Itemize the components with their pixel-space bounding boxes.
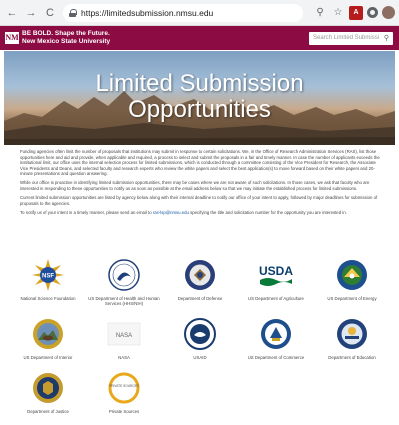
agency-name: Department of Defense: [177, 296, 223, 301]
nasa-logo-text: NASA: [116, 333, 132, 339]
zoom-icon[interactable]: ⚲: [313, 6, 327, 20]
address-bar[interactable]: https://limitedsubmission.nmsu.edu: [63, 3, 303, 22]
notify-text-after: specifying the title and solicitation nu…: [188, 209, 347, 215]
search-placeholder: Search Limited Submissi: [313, 34, 380, 41]
intro-paragraph-4: To notify us of your intent in a timely …: [20, 210, 382, 216]
site-branding[interactable]: BE BOLD. Shape the Future. New Mexico St…: [22, 30, 110, 46]
doj-seal-icon: [33, 373, 63, 403]
agency-doi[interactable]: US Department of Interior: [10, 315, 86, 360]
usaid-seal-icon: [184, 318, 216, 350]
private-sources-logo-text: PRIVATE SOURCES: [109, 384, 139, 388]
forward-arrow-icon[interactable]: →: [24, 6, 38, 20]
agency-name: Private Sources: [108, 409, 140, 414]
agency-name: US Department of Energy: [327, 296, 377, 301]
agency-education[interactable]: Department of Education: [314, 315, 390, 360]
page-title-line-2: Opportunities: [128, 96, 271, 123]
agency-usaid[interactable]: USAID: [162, 315, 238, 360]
agency-name: USAID: [193, 355, 207, 360]
site-university-name: New Mexico State University: [22, 38, 111, 45]
page-title: Limited Submission Opportunities: [4, 71, 395, 123]
agency-name: US Department of Health and Human Servic…: [88, 296, 160, 306]
page-title-line-1: Limited Submission: [95, 70, 304, 97]
profile-avatar[interactable]: [382, 6, 395, 19]
agency-name: US Department of Commerce: [247, 355, 305, 360]
svg-text:NSF: NSF: [42, 274, 54, 280]
agency-nasa[interactable]: NASA NASA: [86, 315, 162, 360]
bookmark-star-icon[interactable]: ☆: [331, 6, 345, 20]
agency-hhs[interactable]: US Department of Health and Human Servic…: [86, 256, 162, 306]
agency-doj[interactable]: Department of Justice: [10, 369, 86, 414]
intro-text: Funding agencies often limit the number …: [20, 149, 382, 219]
agency-name: National Science Foundation: [20, 296, 76, 301]
search-icon[interactable]: ⚲: [384, 32, 389, 45]
site-header: NM BE BOLD. Shape the Future. New Mexico…: [0, 26, 399, 50]
usda-logo-icon: USDA: [259, 264, 293, 286]
email-link[interactable]: ras-lsp@nmsu.edu: [153, 210, 189, 215]
url-text: https://limitedsubmission.nmsu.edu: [81, 7, 214, 18]
intro-paragraph-2: While our office is proactive in identif…: [20, 180, 370, 192]
site-tagline: BE BOLD. Shape the Future.: [22, 30, 110, 37]
pdf-extension-icon[interactable]: A: [349, 5, 363, 20]
notify-text-before: To notify us of your intent in a timely …: [20, 209, 153, 215]
nsf-seal-icon: NSF: [32, 259, 64, 291]
intro-paragraph-1: Funding agencies often limit the number …: [20, 149, 380, 177]
agency-name: US Department of Interior: [23, 355, 73, 360]
hhs-seal-icon: [108, 259, 140, 291]
private-sources-icon: PRIVATE SOURCES: [108, 372, 140, 404]
agency-doe[interactable]: US Department of Energy: [314, 256, 390, 301]
hero-banner: Limited Submission Opportunities: [4, 51, 395, 145]
reload-icon[interactable]: C: [43, 6, 57, 20]
agency-nsf[interactable]: NSF National Science Foundation: [10, 256, 86, 301]
agency-private-sources[interactable]: PRIVATE SOURCES Private Sources: [86, 369, 162, 414]
doi-seal-icon: [33, 319, 63, 349]
search-input[interactable]: Search Limited Submissi ⚲: [309, 31, 393, 45]
agency-name: Department of Justice: [27, 409, 69, 414]
agency-name: Department of Education: [328, 355, 376, 360]
agency-usda[interactable]: USDA US Department of Agriculture: [238, 256, 314, 301]
lock-icon: [69, 8, 77, 17]
intro-paragraph-3: Current limited submission opportunities…: [20, 195, 378, 206]
nasa-logo-icon: NASA: [107, 322, 141, 346]
doc-seal-icon: [261, 319, 291, 349]
agency-doc[interactable]: US Department of Commerce: [238, 315, 314, 360]
browser-toolbar: ← → C https://limitedsubmission.nmsu.edu…: [0, 0, 399, 26]
usda-logo-text: USDA: [259, 264, 293, 278]
nmsu-logo[interactable]: NM: [5, 32, 19, 44]
dod-seal-icon: [185, 260, 215, 290]
agency-name: NASA: [118, 355, 130, 360]
doe-seal-icon: [337, 260, 367, 290]
back-arrow-icon[interactable]: ←: [5, 6, 19, 20]
agency-name: US Department of Agriculture: [248, 296, 304, 301]
extension-ring-icon[interactable]: [367, 7, 378, 18]
agency-dod[interactable]: Department of Defense: [162, 256, 238, 301]
education-seal-icon: [337, 319, 367, 349]
